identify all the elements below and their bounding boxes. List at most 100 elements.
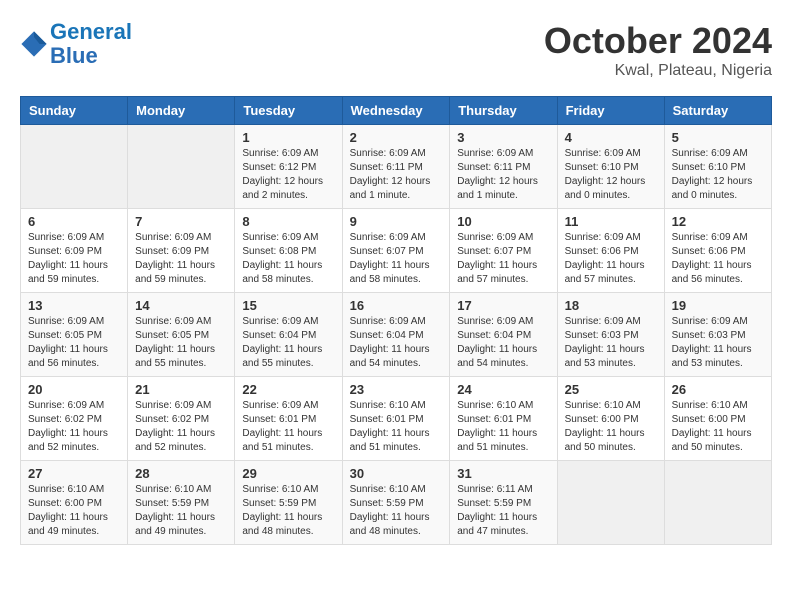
- day-info: Sunrise: 6:09 AM Sunset: 6:11 PM Dayligh…: [350, 147, 443, 203]
- day-number: 27: [28, 466, 120, 481]
- day-header: Monday: [128, 97, 235, 125]
- day-number: 13: [28, 298, 120, 313]
- day-number: 2: [350, 130, 443, 145]
- day-header: Thursday: [450, 97, 557, 125]
- calendar-week-row: 20Sunrise: 6:09 AM Sunset: 6:02 PM Dayli…: [21, 377, 772, 461]
- day-number: 18: [565, 298, 657, 313]
- calendar-cell: 19 Sunrise: 6:09 AM Sunset: 6:03 PM Dayli…: [664, 293, 771, 377]
- day-info: Sunrise: 6:09 AM Sunset: 6:10 PM Dayligh…: [672, 147, 764, 203]
- calendar-week-row: 13 Sunrise: 6:09 AM Sunset: 6:05 PM Dayli…: [21, 293, 772, 377]
- day-info: Sunrise: 6:09 AM Sunset: 6:08 PM Dayligh…: [242, 231, 334, 287]
- calendar-cell: 23 Sunrise: 6:10 AM Sunset: 6:01 PM Dayli…: [342, 377, 450, 461]
- day-number: 3: [457, 130, 549, 145]
- day-info: Sunrise: 6:09 AM Sunset: 6:01 PM Dayligh…: [242, 399, 334, 455]
- day-info: Sunrise: 6:09 AM Sunset: 6:11 PM Dayligh…: [457, 147, 549, 203]
- day-number: 23: [350, 382, 443, 397]
- day-number: 17: [457, 298, 549, 313]
- calendar-cell: 22 Sunrise: 6:09 AM Sunset: 6:01 PM Dayli…: [235, 377, 342, 461]
- day-info: Sunrise: 6:09 AM Sunset: 6:02 PM Dayligh…: [135, 399, 227, 455]
- day-info: Sunrise: 6:09 AM Sunset: 6:05 PM Dayligh…: [135, 315, 227, 371]
- day-number: 30: [350, 466, 443, 481]
- day-header: Friday: [557, 97, 664, 125]
- calendar-cell: 13 Sunrise: 6:09 AM Sunset: 6:05 PM Dayli…: [21, 293, 128, 377]
- day-number: 10: [457, 214, 549, 229]
- calendar-cell: 29Sunrise: 6:10 AM Sunset: 5:59 PM Dayli…: [235, 461, 342, 545]
- day-header: Sunday: [21, 97, 128, 125]
- calendar-cell: 24Sunrise: 6:10 AM Sunset: 6:01 PM Dayli…: [450, 377, 557, 461]
- day-info: Sunrise: 6:09 AM Sunset: 6:05 PM Dayligh…: [28, 315, 120, 371]
- calendar-cell: 8Sunrise: 6:09 AM Sunset: 6:08 PM Daylig…: [235, 209, 342, 293]
- day-info: Sunrise: 6:10 AM Sunset: 5:59 PM Dayligh…: [135, 483, 227, 539]
- day-number: 25: [565, 382, 657, 397]
- calendar-cell: 4 Sunrise: 6:09 AM Sunset: 6:10 PM Daylig…: [557, 125, 664, 209]
- day-number: 5: [672, 130, 764, 145]
- day-header: Wednesday: [342, 97, 450, 125]
- day-number: 26: [672, 382, 764, 397]
- calendar-cell: 15 Sunrise: 6:09 AM Sunset: 6:04 PM Dayli…: [235, 293, 342, 377]
- day-info: Sunrise: 6:10 AM Sunset: 6:01 PM Dayligh…: [350, 399, 443, 455]
- calendar-cell: 2 Sunrise: 6:09 AM Sunset: 6:11 PM Daylig…: [342, 125, 450, 209]
- day-number: 28: [135, 466, 227, 481]
- day-info: Sunrise: 6:09 AM Sunset: 6:02 PM Dayligh…: [28, 399, 120, 455]
- day-number: 9: [350, 214, 443, 229]
- calendar-cell: [557, 461, 664, 545]
- day-info: Sunrise: 6:09 AM Sunset: 6:06 PM Dayligh…: [672, 231, 764, 287]
- calendar-cell: 1Sunrise: 6:09 AM Sunset: 6:12 PM Daylig…: [235, 125, 342, 209]
- day-info: Sunrise: 6:09 AM Sunset: 6:04 PM Dayligh…: [457, 315, 549, 371]
- day-number: 1: [242, 130, 334, 145]
- calendar-cell: 16 Sunrise: 6:09 AM Sunset: 6:04 PM Dayli…: [342, 293, 450, 377]
- calendar-cell: 17 Sunrise: 6:09 AM Sunset: 6:04 PM Dayli…: [450, 293, 557, 377]
- day-number: 6: [28, 214, 120, 229]
- calendar-cell: 12Sunrise: 6:09 AM Sunset: 6:06 PM Dayli…: [664, 209, 771, 293]
- day-number: 19: [672, 298, 764, 313]
- day-info: Sunrise: 6:09 AM Sunset: 6:04 PM Dayligh…: [350, 315, 443, 371]
- calendar-cell: 28 Sunrise: 6:10 AM Sunset: 5:59 PM Dayli…: [128, 461, 235, 545]
- day-number: 21: [135, 382, 227, 397]
- day-info: Sunrise: 6:10 AM Sunset: 6:00 PM Dayligh…: [28, 483, 120, 539]
- calendar-cell: 3 Sunrise: 6:09 AM Sunset: 6:11 PM Daylig…: [450, 125, 557, 209]
- day-info: Sunrise: 6:09 AM Sunset: 6:04 PM Dayligh…: [242, 315, 334, 371]
- day-number: 29: [242, 466, 334, 481]
- calendar-cell: 9 Sunrise: 6:09 AM Sunset: 6:07 PM Daylig…: [342, 209, 450, 293]
- calendar-cell: [128, 125, 235, 209]
- day-number: 14: [135, 298, 227, 313]
- day-number: 15: [242, 298, 334, 313]
- calendar-cell: 20Sunrise: 6:09 AM Sunset: 6:02 PM Dayli…: [21, 377, 128, 461]
- day-header: Saturday: [664, 97, 771, 125]
- day-number: 4: [565, 130, 657, 145]
- day-info: Sunrise: 6:09 AM Sunset: 6:07 PM Dayligh…: [457, 231, 549, 287]
- day-info: Sunrise: 6:10 AM Sunset: 6:00 PM Dayligh…: [672, 399, 764, 455]
- day-info: Sunrise: 6:10 AM Sunset: 6:00 PM Dayligh…: [565, 399, 657, 455]
- day-number: 7: [135, 214, 227, 229]
- day-info: Sunrise: 6:09 AM Sunset: 6:07 PM Dayligh…: [350, 231, 443, 287]
- calendar-week-row: 1Sunrise: 6:09 AM Sunset: 6:12 PM Daylig…: [21, 125, 772, 209]
- day-number: 31: [457, 466, 549, 481]
- calendar-cell: 27 Sunrise: 6:10 AM Sunset: 6:00 PM Dayli…: [21, 461, 128, 545]
- month-title: October 2024: [544, 20, 772, 62]
- day-info: Sunrise: 6:09 AM Sunset: 6:09 PM Dayligh…: [135, 231, 227, 287]
- logo-text: General Blue: [50, 20, 132, 68]
- day-number: 22: [242, 382, 334, 397]
- calendar-cell: 25 Sunrise: 6:10 AM Sunset: 6:00 PM Dayli…: [557, 377, 664, 461]
- calendar-cell: 31 Sunrise: 6:11 AM Sunset: 5:59 PM Dayli…: [450, 461, 557, 545]
- day-number: 16: [350, 298, 443, 313]
- title-block: October 2024 Kwal, Plateau, Nigeria: [544, 20, 772, 80]
- calendar-cell: 26 Sunrise: 6:10 AM Sunset: 6:00 PM Dayli…: [664, 377, 771, 461]
- calendar-cell: 7 Sunrise: 6:09 AM Sunset: 6:09 PM Daylig…: [128, 209, 235, 293]
- day-info: Sunrise: 6:09 AM Sunset: 6:10 PM Dayligh…: [565, 147, 657, 203]
- calendar-table: SundayMondayTuesdayWednesdayThursdayFrid…: [20, 96, 772, 545]
- calendar-week-row: 6 Sunrise: 6:09 AM Sunset: 6:09 PM Daylig…: [21, 209, 772, 293]
- day-info: Sunrise: 6:10 AM Sunset: 5:59 PM Dayligh…: [350, 483, 443, 539]
- day-info: Sunrise: 6:09 AM Sunset: 6:06 PM Dayligh…: [565, 231, 657, 287]
- calendar-cell: 11 Sunrise: 6:09 AM Sunset: 6:06 PM Dayli…: [557, 209, 664, 293]
- day-number: 11: [565, 214, 657, 229]
- calendar-cell: 5 Sunrise: 6:09 AM Sunset: 6:10 PM Daylig…: [664, 125, 771, 209]
- calendar-cell: [664, 461, 771, 545]
- day-info: Sunrise: 6:09 AM Sunset: 6:03 PM Dayligh…: [672, 315, 764, 371]
- day-info: Sunrise: 6:09 AM Sunset: 6:09 PM Dayligh…: [28, 231, 120, 287]
- calendar-cell: 10 Sunrise: 6:09 AM Sunset: 6:07 PM Dayli…: [450, 209, 557, 293]
- day-info: Sunrise: 6:10 AM Sunset: 6:01 PM Dayligh…: [457, 399, 549, 455]
- calendar-cell: 14 Sunrise: 6:09 AM Sunset: 6:05 PM Dayli…: [128, 293, 235, 377]
- day-info: Sunrise: 6:11 AM Sunset: 5:59 PM Dayligh…: [457, 483, 549, 539]
- calendar-cell: 18Sunrise: 6:09 AM Sunset: 6:03 PM Dayli…: [557, 293, 664, 377]
